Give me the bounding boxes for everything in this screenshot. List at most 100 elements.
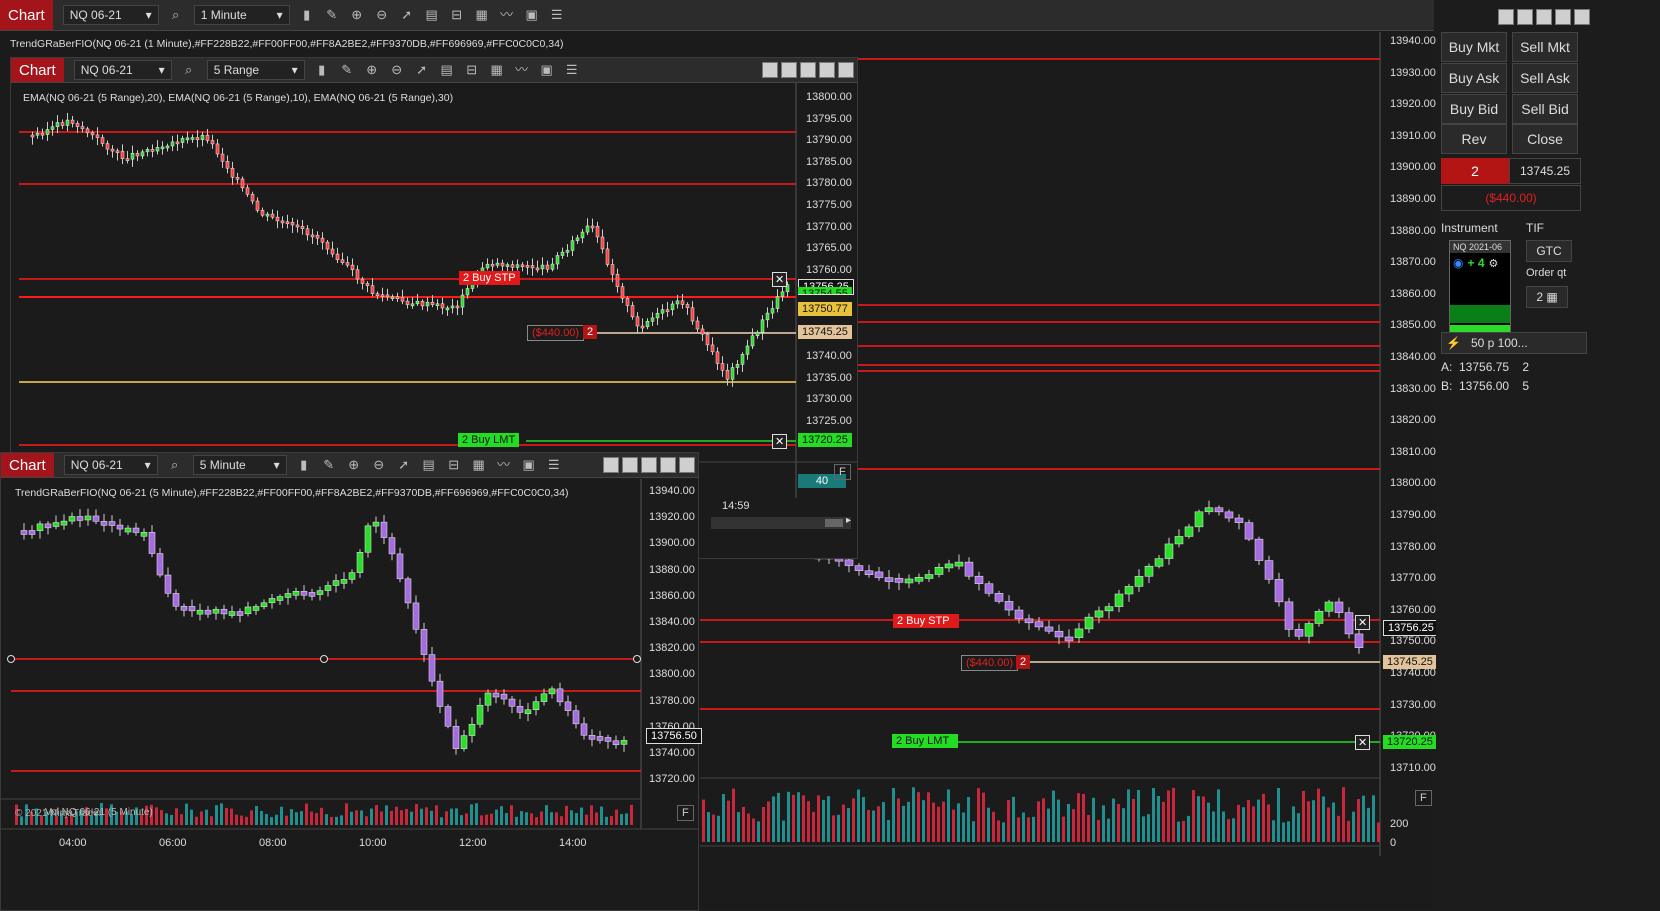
- range-scrollbar[interactable]: ▸: [711, 515, 851, 529]
- main-volume-bars: [702, 787, 1380, 842]
- sell-ask-button[interactable]: Sell Ask: [1512, 63, 1578, 93]
- volume-bar: [922, 800, 925, 842]
- candle-body: [108, 521, 116, 526]
- range-price-tick: 13725.00: [806, 415, 852, 427]
- order-qty-field[interactable]: 2 ▦: [1526, 286, 1568, 308]
- close-order-icon[interactable]: ✕: [1355, 735, 1371, 750]
- candle-body: [1344, 612, 1354, 635]
- minute-price-tick: 13880.00: [649, 563, 695, 576]
- main-buy-lmt-tag[interactable]: 2 Buy LMT: [892, 734, 958, 748]
- scroll-right-icon[interactable]: ▸: [846, 515, 851, 526]
- volume-bar: [1362, 795, 1365, 842]
- volume-bar: [1177, 821, 1180, 842]
- volume-bar: [742, 806, 745, 842]
- candle-body: [300, 591, 308, 596]
- candle-body: [590, 225, 595, 229]
- candle-body: [436, 680, 444, 707]
- main-price-tick: 13920.00: [1390, 98, 1436, 111]
- window-restore-icon[interactable]: [1517, 9, 1533, 25]
- close-button[interactable]: Close: [1512, 124, 1578, 154]
- candle-body: [505, 264, 510, 267]
- candle-body: [340, 259, 345, 263]
- candle-body: [230, 167, 235, 178]
- volume-bar: [1207, 802, 1210, 842]
- buy-bid-button[interactable]: Buy Bid: [1441, 94, 1507, 124]
- main-buy-stp-tag[interactable]: 2 Buy STP: [893, 614, 959, 628]
- candle-body: [80, 126, 85, 130]
- close-order-icon[interactable]: ✕: [1355, 615, 1371, 630]
- volume-bar: [717, 815, 720, 842]
- volume-bar: [1332, 802, 1335, 842]
- candle-body: [695, 320, 700, 330]
- candle-body: [610, 264, 615, 275]
- window-close-icon[interactable]: [1574, 9, 1590, 25]
- volume-bar: [972, 821, 975, 842]
- volume-bar: [857, 789, 860, 842]
- main-price-tick: 13820.00: [1390, 414, 1436, 427]
- volume-bar: [1127, 789, 1130, 842]
- main-price-tick: 13790.00: [1390, 509, 1436, 521]
- candle-body: [356, 552, 364, 573]
- window-tile-icon[interactable]: [1555, 9, 1571, 25]
- volume-bar: [500, 806, 503, 825]
- candle-body: [620, 286, 625, 299]
- window-min-icon[interactable]: [1498, 9, 1514, 25]
- candle-body: [268, 598, 276, 604]
- volume-bar: [837, 814, 840, 842]
- tif-selector[interactable]: GTC: [1526, 240, 1572, 262]
- volume-bar: [1012, 796, 1015, 842]
- reverse-button[interactable]: Rev: [1441, 124, 1507, 154]
- candle-body: [55, 122, 60, 127]
- volume-bar: [977, 788, 980, 842]
- close-order-icon[interactable]: ✕: [772, 272, 788, 287]
- candle-body: [375, 293, 380, 296]
- range-buy-lmt-tag[interactable]: 2 Buy LMT: [458, 433, 520, 447]
- candle-body: [535, 267, 540, 271]
- candle-body: [1064, 636, 1074, 642]
- main-price-tick: 13810.00: [1390, 445, 1436, 458]
- candle-body: [556, 688, 564, 703]
- volume-bar: [1157, 796, 1160, 842]
- sell-mkt-button[interactable]: Sell Mkt: [1512, 32, 1578, 62]
- candle-body: [50, 126, 55, 130]
- volume-bar: [220, 803, 223, 825]
- window-max-icon[interactable]: [1536, 9, 1552, 25]
- range-buy-stp-tag[interactable]: 2 Buy STP: [459, 271, 520, 285]
- candle-body: [305, 228, 310, 236]
- candle-body: [660, 309, 665, 314]
- candle-body: [236, 611, 244, 616]
- candle-body: [75, 123, 80, 127]
- minute-chart-canvas[interactable]: [1, 453, 698, 910]
- sell-bid-button[interactable]: Sell Bid: [1512, 94, 1578, 124]
- candle-body: [100, 137, 105, 144]
- atm-strategy-selector[interactable]: ⚡ 50 p 100...: [1441, 332, 1587, 354]
- volume-bar: [1152, 788, 1155, 842]
- buy-ask-button[interactable]: Buy Ask: [1441, 63, 1507, 93]
- minute-price-tick: 13800.00: [649, 668, 695, 681]
- candle-body: [685, 304, 690, 308]
- range-qty-tag[interactable]: 2: [583, 325, 598, 339]
- candle-body: [600, 236, 605, 250]
- volume-bar: [1057, 799, 1060, 842]
- close-order-icon[interactable]: ✕: [772, 434, 788, 449]
- volume-bar: [325, 814, 328, 825]
- candle-body: [604, 737, 612, 742]
- candle-body: [596, 736, 604, 741]
- instrument-popup[interactable]: NQ 2021-06 ◉ + 4 ⚙: [1449, 240, 1511, 334]
- volume-bar: [245, 816, 248, 825]
- candle-body: [690, 307, 695, 322]
- main-qty-tag[interactable]: 2: [1016, 655, 1031, 669]
- volume-bar: [807, 801, 810, 842]
- range-f-button[interactable]: F: [834, 464, 851, 480]
- candle-body: [92, 515, 100, 522]
- main-f-button[interactable]: F: [1415, 790, 1432, 806]
- candle-body: [68, 516, 76, 522]
- candle-body: [280, 220, 285, 224]
- candle-body: [1104, 606, 1114, 612]
- candle-body: [292, 591, 300, 596]
- candle-body: [476, 704, 484, 725]
- minute-f-button[interactable]: F: [677, 805, 694, 821]
- range-position-price-tag: 13745.25: [798, 325, 852, 339]
- buy-mkt-button[interactable]: Buy Mkt: [1441, 32, 1507, 62]
- candle-body: [295, 224, 300, 228]
